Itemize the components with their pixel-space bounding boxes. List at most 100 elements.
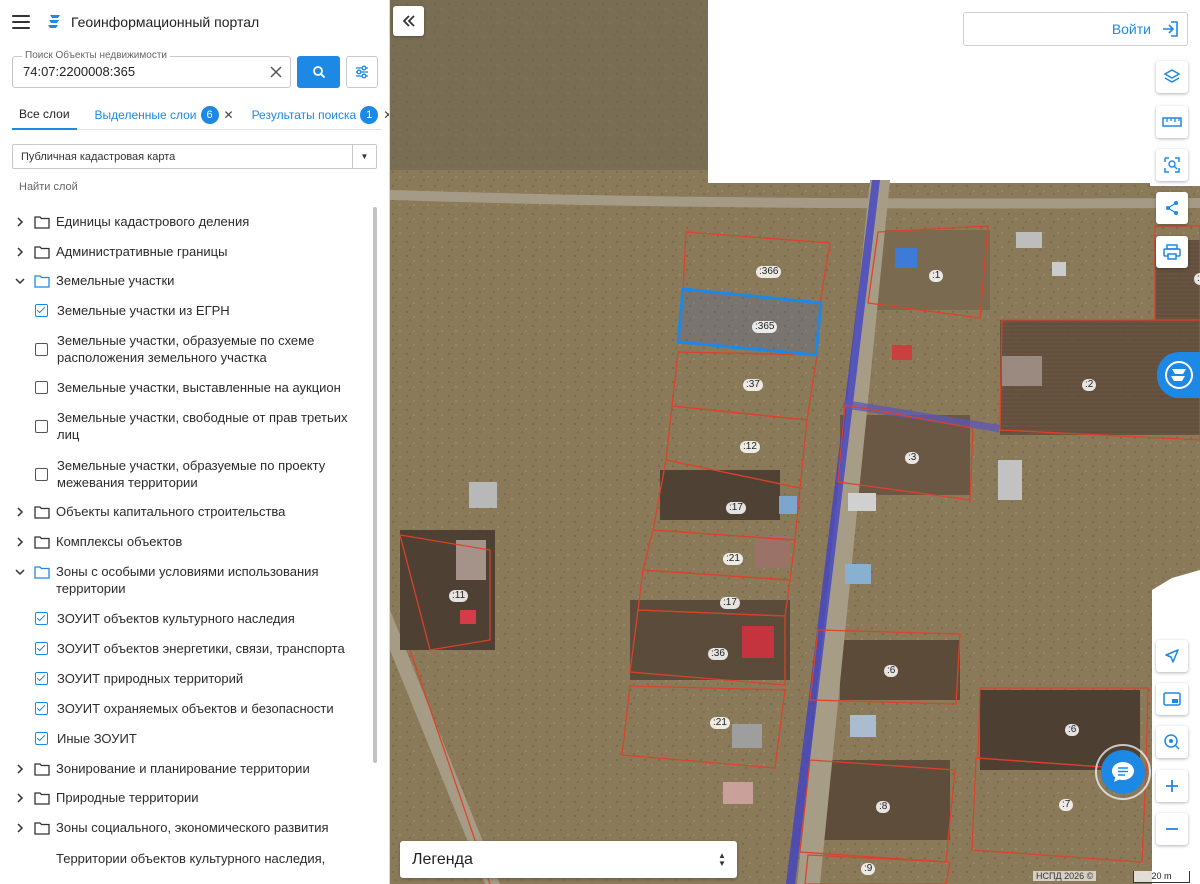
navigation-arrow-icon — [1165, 649, 1179, 663]
layer-label: Единицы кадастрового деления — [56, 214, 250, 229]
layer-tree-scrollbar[interactable] — [373, 207, 377, 763]
parcel-label[interactable]: :21 — [723, 553, 743, 565]
tab-results-label: Результаты поиска — [251, 107, 357, 122]
close-results-icon[interactable]: ✕ — [383, 108, 389, 122]
parcel-label[interactable]: :11 — [449, 590, 469, 602]
print-icon — [1163, 244, 1181, 260]
collapse-sidebar-button[interactable] — [393, 6, 424, 36]
parcel-label[interactable]: :9 — [861, 863, 876, 875]
print-button[interactable] — [1156, 236, 1188, 268]
layer-label: ЗОУИТ природных территорий — [57, 671, 244, 686]
search-button[interactable] — [297, 56, 340, 88]
selected-count-badge: 6 — [200, 105, 219, 124]
search-input[interactable] — [23, 64, 263, 79]
layer-label: Земельные участки, выставленные на аукци… — [57, 380, 341, 395]
parcel-label[interactable]: :8 — [876, 801, 891, 813]
clear-icon[interactable] — [268, 64, 284, 80]
checkbox[interactable] — [35, 343, 48, 356]
chevron-down-icon — [15, 569, 25, 576]
chevron-down-icon — [15, 278, 25, 285]
minimap-button[interactable] — [1156, 683, 1188, 715]
parcel-label[interactable]: :2 — [1082, 379, 1097, 391]
parcel-label[interactable]: :17 — [720, 597, 740, 609]
search-field[interactable]: Поиск Объекты недвижимости — [12, 50, 291, 88]
login-label: Войти — [1111, 21, 1151, 37]
copyright-text: НСПД 2026 © — [1033, 871, 1097, 881]
dropdown-arrow-icon: ▼ — [352, 145, 376, 168]
parcel-label[interactable]: :21 — [710, 717, 730, 729]
parcel-label[interactable]: :6 — [1065, 724, 1080, 736]
find-layer-input[interactable]: Найти слой — [19, 181, 78, 193]
layer-label: Иные ЗОУИТ — [57, 731, 137, 746]
sidebar: Геоинформационный портал Поиск Объекты н… — [0, 0, 390, 884]
checkbox[interactable] — [35, 381, 48, 394]
chat-button-inner — [1101, 750, 1145, 794]
chevron-right-icon — [17, 247, 24, 257]
checkbox[interactable] — [35, 468, 48, 481]
layer-label: ЗОУИТ охраняемых объектов и безопасности — [57, 701, 334, 716]
folder-icon — [34, 216, 50, 229]
parcel-label[interactable]: :7 — [1059, 799, 1074, 811]
checkbox-checked[interactable] — [35, 732, 48, 745]
ruler-button[interactable] — [1156, 106, 1188, 138]
basemap-select[interactable]: Публичная кадастровая карта ▼ — [12, 144, 377, 169]
parcel-label[interactable]: :365 — [752, 321, 778, 333]
folder-open-icon — [34, 566, 50, 579]
assistant-logo-icon — [1164, 361, 1193, 389]
layer-label: ЗОУИТ объектов культурного наследия — [57, 611, 295, 626]
checkbox[interactable] — [35, 420, 48, 433]
legend-title: Легенда — [412, 850, 473, 868]
layer-label: Земельные участки, образуемые по проекту… — [57, 458, 326, 490]
chevron-right-icon — [17, 764, 24, 774]
location-search-button[interactable] — [1156, 726, 1188, 758]
app-title: Геоинформационный портал — [71, 14, 260, 30]
checkbox-checked[interactable] — [35, 672, 48, 685]
ruler-icon — [1162, 117, 1182, 127]
layer-label: Земельные участки из ЕГРН — [57, 303, 230, 318]
login-button[interactable]: Войти — [963, 12, 1188, 46]
folder-icon — [34, 536, 50, 549]
chevron-right-icon — [17, 823, 24, 833]
search-icon — [312, 66, 325, 79]
layers-icon — [1163, 69, 1181, 83]
filter-button[interactable] — [346, 56, 378, 88]
parcel-label[interactable]: :17 — [726, 502, 746, 514]
layer-label: Комплексы объектов — [56, 534, 183, 549]
tab-search-results[interactable]: Результаты поиска 1 ✕ ▶ — [251, 100, 389, 130]
parcel-label[interactable]: :37 — [743, 379, 763, 391]
zoom-out-button[interactable] — [1156, 813, 1188, 845]
chevron-right-icon — [17, 217, 24, 227]
layer-label: Объекты капитального строительства — [56, 504, 286, 519]
checkbox-checked[interactable] — [35, 702, 48, 715]
menu-icon[interactable] — [12, 15, 30, 29]
tab-selected-layers[interactable]: Выделенные слои 6 ✕ — [95, 100, 234, 130]
parcel-label[interactable]: :366 — [756, 266, 782, 278]
chat-button[interactable] — [1095, 744, 1151, 800]
parcel-label[interactable]: :36 — [708, 648, 728, 660]
tab-all-layers[interactable]: Все слои — [12, 100, 77, 130]
parcel-label[interactable]: :12 — [740, 441, 760, 453]
checkbox-checked[interactable] — [35, 642, 48, 655]
map-view[interactable]: :366 :365 :37 :12 :17 :21 :17 :36 :21 :11 :1 :2 :3 :6… — [390, 0, 1200, 884]
login-icon — [1163, 21, 1178, 37]
checkbox-checked[interactable] — [35, 304, 48, 317]
double-chevron-left-icon — [402, 15, 415, 27]
select-area-button[interactable] — [1156, 149, 1188, 181]
layers-button[interactable] — [1156, 61, 1188, 93]
layer-label: Природные территории — [56, 790, 199, 805]
checkbox-checked[interactable] — [35, 612, 48, 625]
parcel-label[interactable]: :1 — [929, 270, 944, 282]
legend-panel[interactable]: Легенда ▲ ▼ — [400, 841, 737, 878]
assistant-button[interactable] — [1157, 352, 1200, 398]
search-row: Поиск Объекты недвижимости — [12, 50, 378, 90]
aerial-imagery — [390, 0, 1200, 884]
parcel-label[interactable]: :3 — [1194, 273, 1200, 285]
geolocate-button[interactable] — [1156, 640, 1188, 672]
close-selected-icon[interactable]: ✕ — [224, 108, 234, 122]
zoom-in-button[interactable] — [1156, 770, 1188, 802]
location-target-icon — [1164, 734, 1180, 750]
share-button[interactable] — [1156, 192, 1188, 224]
parcel-label[interactable]: :3 — [905, 452, 920, 464]
parcel-label[interactable]: :6 — [884, 665, 899, 677]
expand-collapse-icon[interactable]: ▲ ▼ — [707, 851, 737, 868]
